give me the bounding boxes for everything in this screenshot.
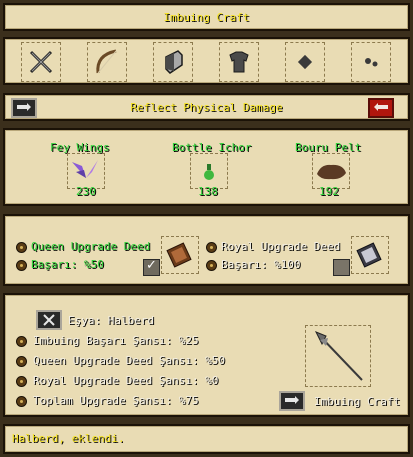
royal-deed-checkbox[interactable] — [333, 259, 350, 276]
royal-deed-slot[interactable] — [351, 236, 389, 274]
armor-icon — [229, 51, 249, 73]
stat-total-chance: Toplam Upgrade Şansı: %75 — [33, 394, 199, 407]
pelt-icon — [317, 164, 346, 180]
property-selector-bar: Reflect Physical Damage — [3, 93, 410, 121]
queen-deed-success: Başarı: %50 — [31, 258, 104, 271]
info-icon — [16, 242, 27, 253]
close-icon — [43, 314, 55, 326]
ingredient-slot[interactable] — [190, 153, 228, 189]
stat-queen-chance: Queen Upgrade Deed Şansı: %50 — [33, 354, 226, 367]
next-property-button[interactable] — [368, 98, 394, 118]
imbuing-craft-button[interactable] — [279, 391, 305, 411]
fey-wings-icon — [72, 160, 98, 178]
info-icon — [16, 396, 27, 407]
royal-deed-label: Royal Upgrade Deed — [221, 240, 341, 253]
ingredients-panel: Fey Wings 230 Bottle Ichor 138 Bouru Pel… — [3, 128, 410, 206]
queen-deed-label: Queen Upgrade Deed — [31, 240, 151, 253]
halberd-icon — [314, 331, 363, 381]
stat-imbuing-chance: Imbuing Başarı Şansı: %25 — [33, 334, 199, 347]
item-label: Eşya: Halberd — [68, 314, 155, 327]
tab-bows[interactable] — [87, 42, 127, 82]
checkmark-icon: ✓ — [146, 258, 157, 273]
window-title: Imbuing Craft — [163, 11, 250, 24]
deed-icon — [166, 242, 192, 268]
title-bar: Imbuing Craft — [3, 3, 410, 31]
item-panel: Eşya: Halberd Imbuing Başarı Şansı: %25 … — [3, 293, 410, 417]
gem-icon — [297, 54, 313, 70]
info-icon — [16, 376, 27, 387]
imbuing-window: Imbuing Craft Reflect Physical Damage Fe… — [0, 0, 413, 457]
crossed-swords-icon — [29, 50, 53, 74]
ingredient-count: 192 — [319, 185, 339, 198]
info-icon — [16, 260, 27, 271]
tab-weapons[interactable] — [21, 42, 61, 82]
tab-shields[interactable] — [153, 42, 193, 82]
category-tab-bar — [3, 37, 410, 85]
ichor-bottle-icon — [204, 164, 214, 180]
property-name: Reflect Physical Damage — [130, 101, 283, 114]
tab-gems[interactable] — [285, 42, 325, 82]
arrow-icon — [374, 103, 388, 111]
ingredient-count: 138 — [198, 185, 218, 198]
status-bar: Halberd, eklendi. — [3, 424, 410, 454]
item-slot[interactable] — [305, 325, 371, 387]
remove-item-button[interactable] — [36, 310, 62, 330]
stat-royal-chance: Royal Upgrade Deed Şansı: %0 — [33, 374, 219, 387]
ingredient-count: 230 — [76, 185, 96, 198]
status-message: Halberd, eklendi. — [12, 432, 125, 445]
info-icon — [16, 356, 27, 367]
ingredient-slot[interactable] — [67, 153, 105, 189]
ingredient-slot[interactable] — [312, 153, 350, 189]
info-icon — [206, 260, 217, 271]
tab-armor[interactable] — [219, 42, 259, 82]
deed-icon — [356, 242, 382, 268]
royal-deed-success: Başarı: %100 — [221, 258, 301, 271]
arrow-icon — [285, 396, 299, 404]
info-icon — [206, 242, 217, 253]
queen-deed-checkbox[interactable]: ✓ — [143, 258, 160, 276]
queen-deed-slot[interactable] — [161, 236, 199, 274]
info-icon — [16, 336, 27, 347]
deeds-panel: Queen Upgrade Deed Başarı: %50 ✓ Royal U… — [3, 214, 410, 286]
bow-icon — [96, 49, 117, 74]
imbuing-craft-label: Imbuing Craft — [314, 395, 401, 408]
pellets-icon — [365, 58, 378, 67]
tab-misc[interactable] — [351, 42, 391, 82]
shield-icon — [165, 50, 183, 74]
